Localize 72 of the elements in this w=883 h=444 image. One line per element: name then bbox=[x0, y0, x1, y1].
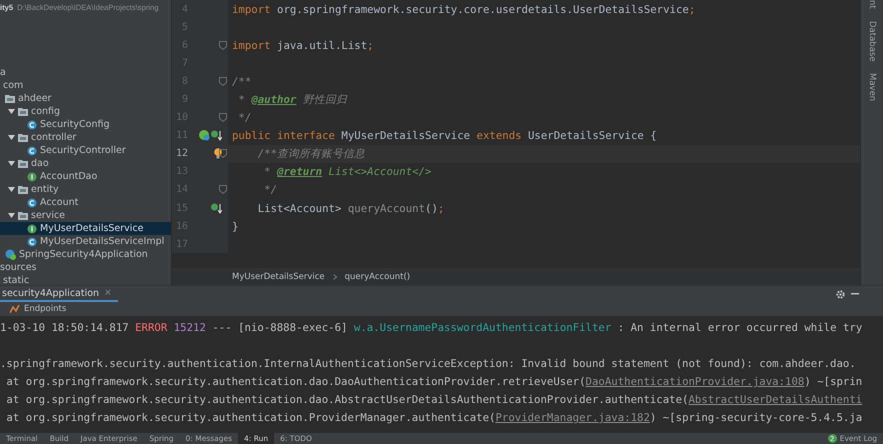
code-line: public interface MyUserDetailsService extends UserDetailsService { bbox=[231, 129, 658, 142]
expand-arrow-icon[interactable] bbox=[8, 160, 15, 167]
code-line: import org.springframework.security.core.userdetails.UserDetailsService; bbox=[231, 2, 696, 16]
fold-marker-icon[interactable] bbox=[219, 40, 227, 50]
console-line: at org.springframework.security.authentication.dao.DaoAuthenticationProvider.retrieveUser(DaoAuthenticationProvider.java:108) ~[sprin bbox=[5, 374, 864, 390]
breadcrumb[interactable]: queryAccount() bbox=[344, 272, 410, 282]
tree-item[interactable]: config bbox=[0, 105, 171, 118]
code-line: import java.util.List; bbox=[231, 38, 375, 52]
code-line: */ bbox=[263, 183, 278, 196]
tree-item[interactable]: sources bbox=[0, 261, 171, 274]
lightbulb-icon[interactable] bbox=[214, 148, 222, 160]
interface-icon bbox=[27, 172, 37, 182]
endpoints-icon bbox=[10, 305, 20, 313]
expand-arrow-icon[interactable] bbox=[8, 186, 15, 193]
line-number: 12 bbox=[174, 148, 188, 160]
folder-icon bbox=[18, 212, 28, 220]
console-line: 1-03-10 18:50:14.817 ERROR 15212 --- [nio-8888-exec-6] w.a.UsernamePasswordAuthenticationFilter : An internal error occurred while try bbox=[0, 320, 864, 336]
fold-marker-icon[interactable] bbox=[219, 149, 227, 158]
code-line: List<Account> queryAccount(); bbox=[256, 202, 446, 215]
fold-marker-icon[interactable] bbox=[219, 185, 227, 194]
tree-item[interactable]: entity bbox=[0, 183, 171, 196]
tree-item[interactable]: static bbox=[0, 274, 171, 285]
folder-icon bbox=[18, 108, 28, 116]
folder-icon bbox=[18, 134, 28, 142]
implemented-icon[interactable] bbox=[211, 202, 222, 214]
console-line: at org.springframework.security.authentication.ProviderManager.authenticate(ProviderManager.java:182) ~[spring-security-core-5.4.5.ja bbox=[5, 410, 864, 426]
class-icon bbox=[27, 236, 37, 246]
console-line: .springframework.security.authentication.InternalAuthenticationServiceException: Invalid bound statement (not found): com.ahdeer.dao. bbox=[0, 356, 857, 372]
tree-item[interactable]: com bbox=[0, 79, 171, 92]
class-icon bbox=[27, 198, 37, 208]
code-line: */ bbox=[237, 111, 252, 124]
code-line: * @author 野性回归 bbox=[237, 92, 348, 107]
code-line: /** bbox=[231, 74, 252, 88]
interface-icon bbox=[27, 224, 37, 234]
class-icon bbox=[27, 146, 37, 156]
folder-icon bbox=[5, 94, 15, 102]
code-line: /**查询所有账号信息 bbox=[256, 146, 366, 161]
tree-item[interactable]: Account bbox=[0, 196, 171, 209]
tree-item[interactable]: service bbox=[0, 209, 171, 222]
folder-icon bbox=[18, 186, 28, 194]
fold-marker-icon[interactable] bbox=[219, 113, 227, 122]
tree-item[interactable]: AccountDao bbox=[0, 170, 171, 183]
close-icon[interactable]: × bbox=[104, 288, 112, 298]
minimize-icon[interactable] bbox=[851, 293, 859, 295]
spring-app-icon bbox=[5, 249, 16, 260]
tool-window-tab[interactable]: Database bbox=[867, 20, 877, 62]
tree-item[interactable]: controller bbox=[0, 131, 171, 144]
fold-marker-icon[interactable] bbox=[219, 76, 227, 86]
tool-window-tab[interactable]: nt bbox=[867, 0, 877, 9]
tree-item[interactable]: dao bbox=[0, 157, 171, 170]
implemented-icon[interactable] bbox=[211, 130, 222, 142]
expand-arrow-icon[interactable] bbox=[8, 134, 15, 141]
chevron-icon bbox=[332, 274, 337, 280]
tree-item[interactable]: SecurityController bbox=[0, 144, 171, 157]
tree-item[interactable]: MyUserDetailsServiceImpl bbox=[0, 235, 171, 248]
endpoints-tab[interactable]: Endpoints bbox=[24, 304, 66, 314]
expand-arrow-icon[interactable] bbox=[8, 108, 15, 115]
expand-arrow-icon[interactable] bbox=[8, 212, 15, 219]
tree-item[interactable]: SecurityConfig bbox=[0, 118, 171, 131]
settings-icon[interactable] bbox=[836, 290, 845, 298]
tree-item[interactable]: a bbox=[0, 66, 171, 79]
tool-window-tab[interactable]: Maven bbox=[867, 73, 877, 102]
code-line: } bbox=[231, 220, 240, 233]
class-icon bbox=[27, 120, 37, 130]
breadcrumb[interactable]: MyUserDetailsService bbox=[232, 272, 325, 282]
tree-item[interactable]: ahdeer bbox=[0, 92, 171, 105]
tree-item[interactable]: SpringSecurity4Application bbox=[0, 248, 171, 261]
bean-icon[interactable] bbox=[199, 130, 210, 142]
code-line: * @return List<>Account</> bbox=[263, 165, 432, 178]
console-line: at org.springframework.security.authentication.dao.AbstractUserDetailsAuthenticationProvider.authenticate(AbstractUserDetailsAuthenti bbox=[5, 392, 864, 408]
tree-item[interactable]: MyUserDetailsService bbox=[0, 222, 171, 235]
folder-icon bbox=[18, 160, 28, 168]
